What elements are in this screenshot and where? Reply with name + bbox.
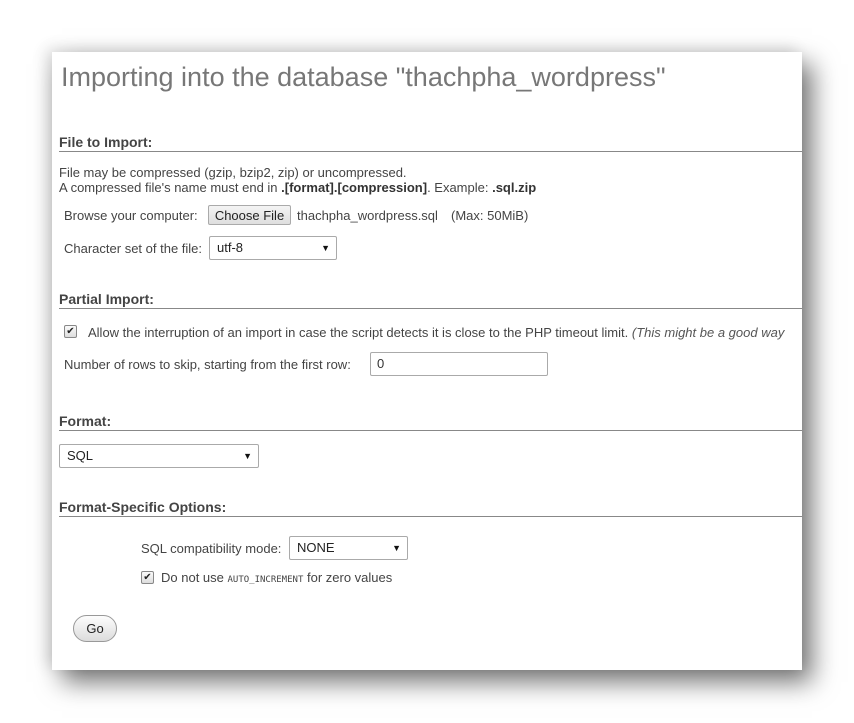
skip-rows-label: Number of rows to skip, starting from th… [64,357,351,372]
compression-note: File may be compressed (gzip, bzip2, zip… [59,165,407,180]
sql-compat-label: SQL compatibility mode: [141,541,282,556]
dropdown-arrow-icon: ▼ [243,451,252,461]
go-button[interactable]: Go [73,615,117,642]
skip-rows-input[interactable]: 0 [370,352,548,376]
allow-interrupt-label: Allow the interruption of an import in c… [88,325,785,340]
allow-interrupt-checkbox[interactable]: ✔ [64,325,77,338]
checkmark-icon: ✔ [66,326,75,337]
page-title: Importing into the database "thachpha_wo… [61,62,666,92]
charset-select[interactable]: utf-8 ▼ [209,236,337,260]
no-auto-increment-checkbox[interactable]: ✔ [141,571,154,584]
selected-file-name: thachpha_wordpress.sql [297,208,438,223]
sql-compat-select[interactable]: NONE ▼ [289,536,408,560]
partial-import-heading: Partial Import: [59,291,802,309]
import-panel: Importing into the database "thachpha_wo… [52,52,802,670]
charset-label: Character set of the file: [64,241,203,256]
dropdown-arrow-icon: ▼ [392,543,401,553]
file-to-import-heading: File to Import: [59,134,802,152]
format-select[interactable]: SQL ▼ [59,444,259,468]
checkmark-icon: ✔ [143,572,152,583]
charset-value: utf-8 [217,240,244,255]
choose-file-button[interactable]: Choose File [208,205,291,225]
browse-label: Browse your computer: [64,208,198,223]
sql-compat-value: NONE [297,540,335,555]
format-value: SQL [67,448,94,463]
compression-format-note: A compressed file's name must end in .[f… [59,180,537,195]
no-auto-increment-label: Do not use AUTO_INCREMENT for zero value… [161,570,393,585]
max-size-label: (Max: 50MiB) [451,208,529,223]
format-options-heading: Format-Specific Options: [59,499,802,517]
dropdown-arrow-icon: ▼ [321,243,330,253]
format-heading: Format: [59,413,802,431]
